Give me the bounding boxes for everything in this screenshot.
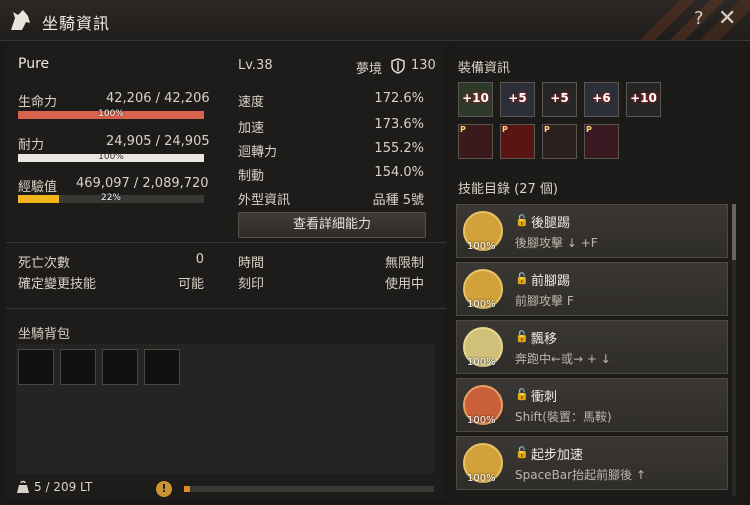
horse-name: Pure [18, 56, 50, 72]
skills-scrollbar[interactable] [732, 204, 736, 496]
stat-label-speed: 速度 [238, 95, 265, 110]
stamina-value: 24,905 / 24,905 [106, 134, 210, 149]
hp-bar: 100% [18, 109, 204, 119]
skill-item[interactable]: 100% 🔓 後腿踢 後腳攻擊 ↓ +F [456, 204, 728, 258]
stat-label-acceleration: 加速 [238, 121, 265, 136]
imprint-value: 使用中 [384, 277, 424, 292]
stat-label-brake: 制動 [238, 169, 265, 184]
window-title: 坐騎資訊 [42, 14, 111, 33]
skill-item[interactable]: 100% 🔓 衝刺 Shift(裝置：馬鞍) [456, 378, 728, 432]
death-count-label: 死亡次數 [18, 256, 71, 271]
equip-slot-costume-feet[interactable]: P [584, 124, 619, 159]
weight-bar [184, 486, 434, 492]
skill-change-value: 可能 [177, 277, 204, 292]
view-details-button[interactable]: 查看詳細能力 [238, 212, 426, 238]
equip-slot-costume-stirrup[interactable]: P [542, 124, 577, 159]
skill-change-label: 確定變更技能 [18, 277, 97, 292]
equip-slot-costume-head[interactable]: P [458, 124, 493, 159]
stat-label-turning: 迴轉力 [238, 145, 278, 160]
weight-bar-fill [184, 486, 190, 492]
weight-icon [17, 480, 29, 493]
skill-name: 前腳踢 [531, 274, 571, 289]
time-value: 無限制 [384, 256, 424, 271]
skill-name: 後腿踢 [531, 216, 571, 231]
skill-desc: Shift(裝置：馬鞍) [515, 410, 612, 424]
exp-percent: 22% [100, 193, 121, 203]
realm-label: 夢境 [356, 62, 383, 77]
equip-slot-ring[interactable]: +10 [626, 82, 661, 117]
lock-icon: 🔓 [515, 388, 529, 401]
skill-item[interactable]: 100% 🔓 起步加速 SpaceBar抬起前腳後 ↑ [456, 436, 728, 490]
lock-icon: 🔓 [515, 330, 529, 343]
skill-name: 起步加速 [531, 448, 584, 463]
equip-slot-armor[interactable]: +5 [500, 82, 535, 117]
hp-percent: 100% [98, 109, 124, 119]
lock-icon: 🔓 [515, 446, 529, 459]
equipment-skills-panel: 裝備資訊 +10 +5 +5 +6 +10 P P P P 技能目錄 (27 個… [450, 44, 746, 501]
bag-slot[interactable] [60, 349, 96, 385]
lock-icon: 🔓 [515, 272, 529, 285]
horse-level: Lv.38 [238, 58, 273, 73]
skill-item[interactable]: 100% 🔓 前腳踢 前腳攻擊 F [456, 262, 728, 316]
stamina-label: 耐力 [18, 138, 45, 153]
equip-slot-horseshoe[interactable]: +6 [584, 82, 619, 117]
stat-value-speed: 172.6% [374, 91, 424, 106]
equip-slot-stirrups[interactable]: +5 [542, 82, 577, 117]
stat-value-brake: 154.0% [374, 165, 424, 180]
lock-icon: 🔓 [515, 214, 529, 227]
stamina-percent: 100% [98, 152, 124, 162]
time-label: 時間 [238, 256, 265, 271]
exp-value: 469,097 / 2,089,720 [76, 176, 209, 191]
horse-stats-panel: Pure Lv.38 夢境 130 生命力 42,206 / 42,206 10… [6, 44, 446, 501]
stat-value-acceleration: 173.6% [374, 117, 424, 132]
horse-info-window: 坐騎資訊 ? ✕ Pure Lv.38 夢境 130 生命力 42,206 / … [0, 0, 750, 505]
equipment-title: 裝備資訊 [458, 61, 511, 76]
skill-item[interactable]: 100% 🔓 飄移 奔跑中←或→ + ↓ [456, 320, 728, 374]
divider [6, 242, 446, 243]
warning-icon[interactable]: ! [156, 481, 172, 497]
help-button[interactable]: ? [694, 8, 704, 29]
stat-value-turning: 155.2% [374, 141, 424, 156]
title-bar[interactable]: 坐騎資訊 ? ✕ [0, 0, 750, 41]
skill-name: 飄移 [531, 332, 558, 347]
divider [6, 308, 446, 309]
skill-name: 衝刺 [531, 390, 558, 405]
stamina-bar: 100% [18, 152, 204, 162]
horse-head-icon [11, 10, 30, 30]
close-button[interactable]: ✕ [718, 6, 736, 31]
bag-weight: 5 / 209 LT [34, 480, 93, 494]
shield-icon [391, 58, 405, 74]
bag-title: 坐騎背包 [18, 327, 71, 342]
exp-bar: 22% [18, 193, 204, 203]
stat-label-appearance: 外型資訊 [238, 193, 291, 208]
bag-slot[interactable] [144, 349, 180, 385]
skill-desc: 奔跑中←或→ + ↓ [515, 352, 611, 366]
hp-label: 生命力 [18, 95, 58, 110]
equip-slot-saddle[interactable]: +10 [458, 82, 493, 117]
skill-desc: 前腳攻擊 F [515, 294, 574, 308]
imprint-label: 刻印 [238, 277, 265, 292]
skill-desc: 後腳攻擊 ↓ +F [515, 236, 598, 250]
hp-value: 42,206 / 42,206 [106, 91, 210, 106]
scrollbar-thumb[interactable] [732, 204, 736, 260]
death-count-value: 0 [195, 252, 204, 267]
skill-desc: SpaceBar抬起前腳後 ↑ [515, 468, 646, 482]
stat-value-appearance: 品種 5號 [372, 193, 424, 208]
skills-title: 技能目錄 (27 個) [458, 182, 558, 197]
title-decoration [520, 0, 750, 40]
equip-slot-costume-body[interactable]: P [500, 124, 535, 159]
bag-slot[interactable] [102, 349, 138, 385]
realm-value: 130 [411, 58, 436, 73]
bag-slot[interactable] [18, 349, 54, 385]
